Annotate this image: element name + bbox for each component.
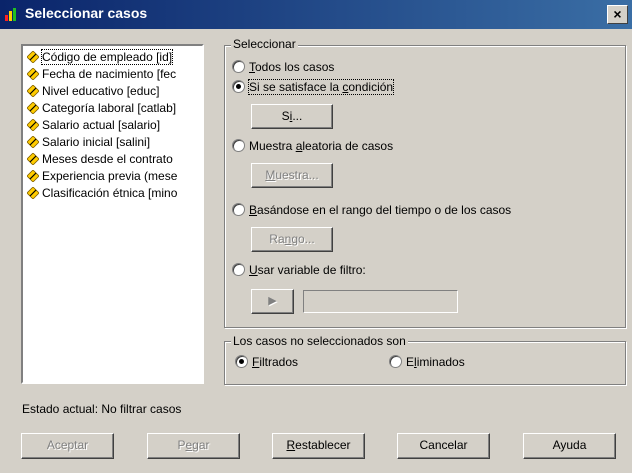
radio-button-icon [232, 263, 245, 276]
radio-rango-tiempo-casos[interactable]: Basándose en el rango del tiempo o de lo… [232, 203, 511, 219]
muestra-button[interactable]: Muestra... [251, 163, 333, 188]
ruler-variable-icon [27, 68, 39, 80]
radio-todos-los-casos[interactable]: Todos los casos [232, 60, 334, 76]
ruler-variable-icon [27, 170, 39, 182]
close-button[interactable]: × [607, 5, 628, 24]
ruler-variable-icon [27, 153, 39, 165]
radio-variable-filtro[interactable]: Usar variable de filtro: [232, 263, 366, 279]
restablecer-button[interactable]: Restablecer [272, 433, 365, 459]
radio-eliminados[interactable]: Eliminados [389, 355, 465, 371]
ruler-variable-icon [27, 119, 39, 131]
seleccionar-group-title: Seleccionar [231, 37, 298, 51]
ayuda-button[interactable]: Ayuda [523, 433, 616, 459]
cancelar-button[interactable]: Cancelar [397, 433, 490, 459]
variable-item[interactable]: Clasificación étnica [mino [27, 185, 177, 202]
variable-item[interactable]: Experiencia previa (mese [27, 168, 177, 185]
ruler-variable-icon [27, 102, 39, 114]
radio-button-icon [232, 60, 245, 73]
spss-app-icon [5, 8, 16, 21]
rango-button[interactable]: Rango... [251, 227, 333, 252]
radio-muestra-aleatoria[interactable]: Muestra aleatoria de casos [232, 139, 393, 155]
variable-item[interactable]: Nivel educativo [educ] [27, 83, 159, 100]
right-arrow-icon: ▶ [268, 295, 277, 307]
status-text: Estado actual: No filtrar casos [22, 402, 182, 416]
aceptar-button[interactable]: Aceptar [21, 433, 114, 459]
variable-item[interactable]: Salario actual [salario] [27, 117, 160, 134]
variable-item[interactable]: Código de empleado [id] [27, 49, 174, 66]
radio-button-selected-icon [235, 355, 248, 368]
move-variable-arrow-button[interactable]: ▶ [251, 289, 294, 314]
filter-variable-field[interactable] [303, 290, 458, 313]
si-button[interactable]: Si... [251, 104, 333, 129]
radio-button-icon [389, 355, 402, 368]
ruler-variable-icon [27, 51, 39, 63]
ruler-variable-icon [27, 136, 39, 148]
variable-list[interactable]: Código de empleado [id] Fecha de nacimie… [21, 44, 204, 384]
ruler-variable-icon [27, 187, 39, 199]
variable-item[interactable]: Fecha de nacimiento [fec [27, 66, 176, 83]
radio-button-icon [232, 139, 245, 152]
ruler-variable-icon [27, 85, 39, 97]
radio-button-icon [232, 203, 245, 216]
radio-filtrados[interactable]: Filtrados [235, 355, 298, 371]
variable-item[interactable]: Categoría laboral [catlab] [27, 100, 176, 117]
window-title: Seleccionar casos [25, 5, 148, 21]
variable-item[interactable]: Salario inicial [salini] [27, 134, 150, 151]
radio-button-selected-icon [232, 80, 245, 93]
title-bar: Seleccionar casos × [0, 0, 632, 29]
variable-item[interactable]: Meses desde el contrato [27, 151, 173, 168]
radio-si-se-satisface[interactable]: Si se satisface la condición [232, 79, 395, 96]
pegar-button[interactable]: Pegar [147, 433, 240, 459]
unselected-cases-group-title: Los casos no seleccionados son [231, 334, 408, 348]
